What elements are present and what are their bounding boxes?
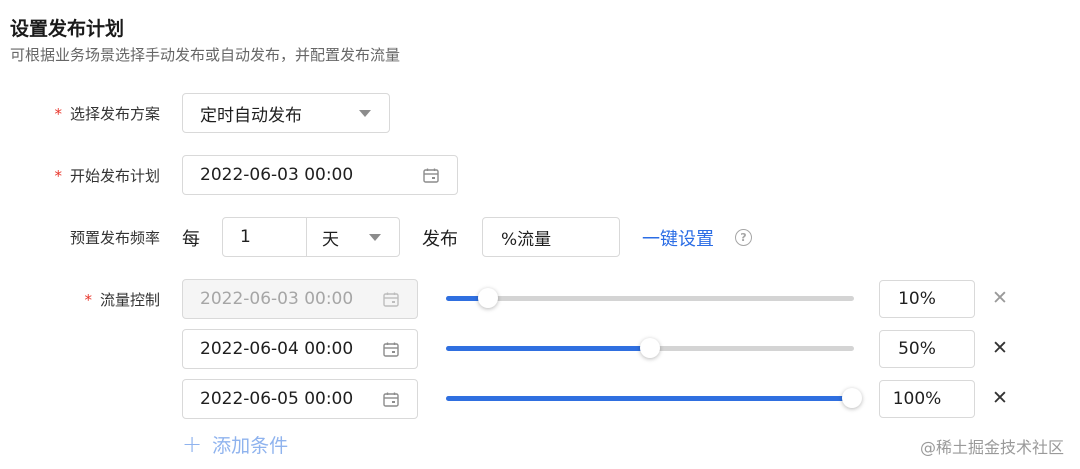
frequency-prefix: 每 xyxy=(182,229,200,250)
traffic-percent-input[interactable]: %流量 xyxy=(482,217,620,257)
slider-track xyxy=(446,296,854,301)
start-row: * 开始发布计划 2022-06-03 00:00 xyxy=(0,155,1080,195)
page-subtitle: 可根据业务场景选择手动发布或自动发布，并配置发布流量 xyxy=(10,46,401,64)
help-icon[interactable]: ? xyxy=(735,229,752,246)
calendar-icon xyxy=(383,342,399,357)
slider-thumb[interactable] xyxy=(478,288,499,308)
slider-thumb[interactable] xyxy=(640,338,660,358)
calendar-icon xyxy=(423,168,439,183)
chevron-down-icon xyxy=(359,109,371,117)
watermark: @稀土掘金技术社区 xyxy=(919,438,1064,457)
required-mark: * xyxy=(54,166,62,185)
frequency-unit-select[interactable]: 天 xyxy=(307,218,399,256)
add-condition-label: 添加条件 xyxy=(212,434,289,457)
traffic-percent-field[interactable]: 50% xyxy=(879,330,975,368)
add-condition-button[interactable]: + 添加条件 xyxy=(182,430,288,458)
slider-thumb[interactable] xyxy=(842,388,862,408)
start-date-picker[interactable]: 2022-06-03 00:00 xyxy=(182,155,458,195)
plus-icon: + xyxy=(182,430,203,458)
close-icon[interactable]: ✕ xyxy=(990,387,1010,409)
one-click-setting-link[interactable]: 一键设置 xyxy=(642,225,714,251)
scheme-label: * 选择发布方案 xyxy=(54,104,160,123)
frequency-label: 预置发布频率 xyxy=(69,228,160,247)
slider-fill xyxy=(446,346,650,351)
traffic-label: * 流量控制 xyxy=(84,290,160,309)
traffic-date-picker[interactable]: 2022-06-05 00:00 xyxy=(182,379,418,419)
frequency-count-input[interactable]: 1 xyxy=(223,218,307,256)
traffic-date-picker[interactable]: 2022-06-03 00:00 xyxy=(182,279,418,319)
page-title: 设置发布计划 xyxy=(10,18,125,40)
required-mark: * xyxy=(54,104,62,123)
frequency-group: 1 天 xyxy=(222,217,400,257)
required-mark: * xyxy=(84,290,92,309)
traffic-percent-field[interactable]: 100% xyxy=(879,380,975,418)
calendar-icon xyxy=(383,392,399,407)
start-label: * 开始发布计划 xyxy=(54,166,160,185)
close-icon[interactable]: ✕ xyxy=(990,337,1010,359)
close-icon[interactable]: ✕ xyxy=(990,287,1010,309)
calendar-icon xyxy=(383,292,399,307)
scheme-select[interactable]: 定时自动发布 xyxy=(182,93,390,133)
traffic-slider[interactable] xyxy=(446,338,854,358)
slider-fill xyxy=(446,396,852,401)
frequency-middle: 发布 xyxy=(422,229,458,250)
traffic-slider[interactable] xyxy=(446,288,854,308)
traffic-percent-field[interactable]: 10% xyxy=(879,280,975,318)
chevron-down-icon xyxy=(369,233,381,241)
traffic-slider[interactable] xyxy=(446,388,862,408)
traffic-date-picker[interactable]: 2022-06-04 00:00 xyxy=(182,329,418,369)
frequency-row: 预置发布频率 每 1 天 发布 %流量 一键设置 ? xyxy=(0,217,1080,257)
scheme-row: * 选择发布方案 定时自动发布 xyxy=(0,93,1080,133)
